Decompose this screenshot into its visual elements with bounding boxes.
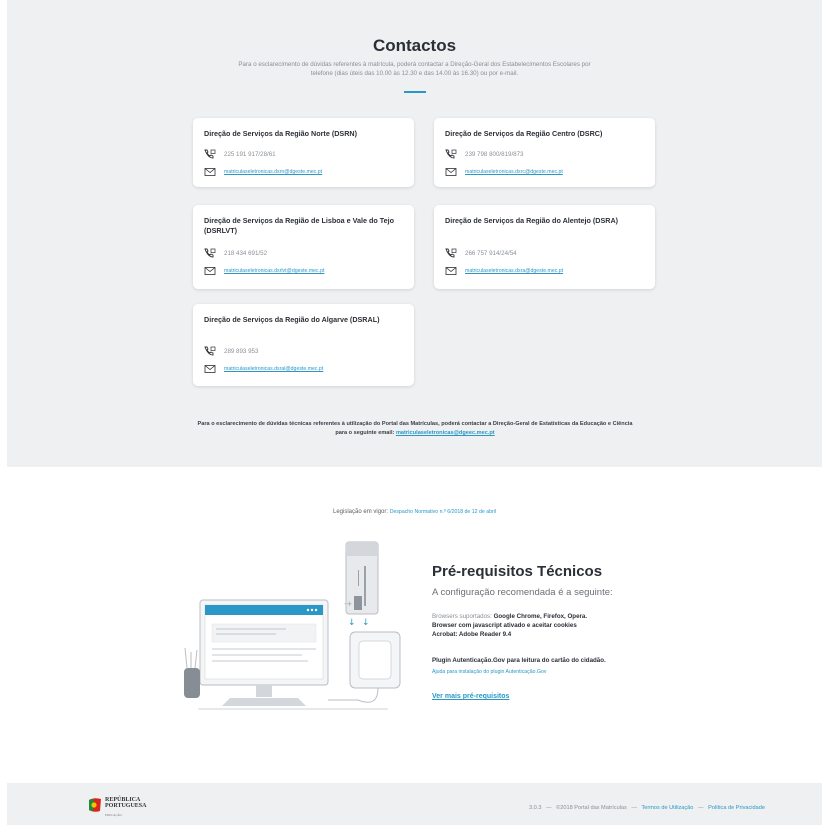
phone-row: 218 434 691/52 [204, 247, 267, 259]
legislation-line: Legislação em vigor: Despacho Normativo … [0, 509, 829, 515]
privacy-link[interactable]: Política de Privacidade [708, 805, 765, 811]
technical-contact-text: Para o esclarecimento de dúvidas técnica… [197, 420, 633, 438]
terms-link[interactable]: Termos de Utilização [641, 805, 693, 811]
browsers-line: Browsers suportados: Google Chrome, Fire… [432, 613, 587, 620]
card-title: Direção de Serviços da Região de Lisboa … [204, 216, 395, 235]
phone-icon [204, 346, 216, 356]
email-link[interactable]: matriculaseletronicas.dsra@dgeste.mec.pt [465, 268, 563, 274]
requirements-title: Pré-requisitos Técnicos [432, 563, 603, 580]
contact-card-dsrlvt: Direção de Serviços da Região de Lisboa … [193, 205, 414, 289]
phone-icon [204, 149, 216, 159]
email-link[interactable]: matriculaseletronicas.dsral@dgeste.mec.p… [224, 366, 323, 372]
card-title: Direção de Serviços da Região do Alentej… [445, 216, 619, 225]
plugin-line: Plugin Autenticação.Gov para leitura do … [432, 657, 606, 664]
phone-row: 289 893 953 [204, 345, 258, 357]
app-version: 3.0.3 [529, 805, 542, 811]
phone-icon [445, 149, 457, 159]
phone-number: 289 893 953 [224, 347, 259, 355]
email-link[interactable]: matriculaseletronicas.dsrn@dgeste.mec.pt [224, 169, 322, 175]
devices-illustration: -+ ↓ ↓ [184, 541, 401, 710]
phone-number: 239 798 800/819/873 [465, 150, 524, 158]
footer-links: 3.0.3 — ©2018 Portal das Matrículas — Te… [529, 805, 765, 811]
republica-portuguesa-logo[interactable]: REPÚBLICA PORTUGUESA EDUCAÇÃO [88, 796, 168, 820]
svg-text:-+: -+ [344, 600, 353, 608]
email-row: matriculaseletronicas.dsrc@dgeste.mec.pt [445, 166, 563, 178]
phone-number: 225 191 917/28/61 [224, 150, 276, 158]
phone-icon [445, 248, 457, 258]
email-row: matriculaseletronicas.dsra@dgeste.mec.pt [445, 265, 563, 277]
mail-icon [204, 365, 216, 373]
requirements-subtitle: A configuração recomendada é a seguinte: [432, 587, 613, 598]
svg-text:↓: ↓ [362, 618, 370, 628]
logo-text-line3: EDUCAÇÃO [105, 813, 122, 817]
mail-icon [204, 168, 216, 176]
technical-email-link[interactable]: matriculaseletronicas@dgeec.mec.pt [396, 430, 495, 436]
footer: REPÚBLICA PORTUGUESA EDUCAÇÃO 3.0.3 — ©2… [7, 783, 822, 825]
footer-separator: — [697, 805, 704, 811]
mail-icon [445, 267, 457, 275]
card-title: Direção de Serviços da Região do Algarve… [204, 315, 380, 324]
email-link[interactable]: matriculaseletronicas.dsrlvt@dgeste.mec.… [224, 268, 324, 274]
contacts-title: Contactos [372, 36, 457, 55]
acrobat-line: Acrobat: Adobe Reader 9.4 [432, 631, 512, 638]
footer-separator: — [631, 805, 637, 811]
email-row: matriculaseletronicas.dsrlvt@dgeste.mec.… [204, 265, 324, 277]
title-underline [404, 91, 426, 93]
legislation-link[interactable]: Despacho Normativo n.º 6/2018 de 12 de a… [390, 509, 496, 515]
phone-row: 266 757 914/24/54 [445, 247, 517, 259]
phone-icon [204, 248, 216, 258]
contact-card-dsrc: Direção de Serviços da Região Centro (DS… [434, 118, 655, 187]
browsers-list: Google Chrome, Firefox, Opera. [493, 613, 588, 620]
email-row: matriculaseletronicas.dsral@dgeste.mec.p… [204, 363, 323, 375]
contact-card-dsral: Direção de Serviços da Região do Algarve… [193, 304, 414, 386]
phone-row: 225 191 917/28/61 [204, 148, 276, 160]
svg-text:↓: ↓ [348, 618, 356, 628]
contact-card-dsrn: Direção de Serviços da Região Norte (DSR… [193, 118, 414, 187]
phone-row: 239 798 800/819/873 [445, 148, 524, 160]
phone-number: 218 434 691/52 [224, 249, 268, 257]
contacts-section: Contactos Para o esclarecimento de dúvid… [7, 0, 822, 467]
card-title: Direção de Serviços da Região Centro (DS… [445, 129, 603, 138]
contacts-subtitle: Para o esclarecimento de dúvidas referen… [238, 61, 591, 77]
email-link[interactable]: matriculaseletronicas.dsrc@dgeste.mec.pt [465, 169, 563, 175]
portugal-flag-icon [89, 798, 101, 812]
email-row: matriculaseletronicas.dsrn@dgeste.mec.pt [204, 166, 322, 178]
browsers-label: Browsers suportados: [432, 613, 492, 620]
javascript-line: Browser com javascript ativado e aceitar… [432, 622, 577, 629]
mail-icon [204, 267, 216, 275]
plugin-help-link[interactable]: Ajuda para instalação do plugin Autentic… [432, 669, 547, 675]
more-requirements-link[interactable]: Ver mais pré-requisitos [432, 693, 509, 700]
card-title: Direção de Serviços da Região Norte (DSR… [204, 129, 357, 138]
footer-separator: — [546, 805, 552, 811]
logo-text-line2: PORTUGUESA [105, 803, 147, 809]
legislation-label: Legislação em vigor: [333, 509, 389, 515]
phone-number: 266 757 914/24/54 [465, 249, 517, 257]
copyright-text: ©2018 Portal das Matrículas [556, 805, 627, 811]
mail-icon [445, 168, 457, 176]
contact-card-dsra: Direção de Serviços da Região do Alentej… [434, 205, 655, 289]
